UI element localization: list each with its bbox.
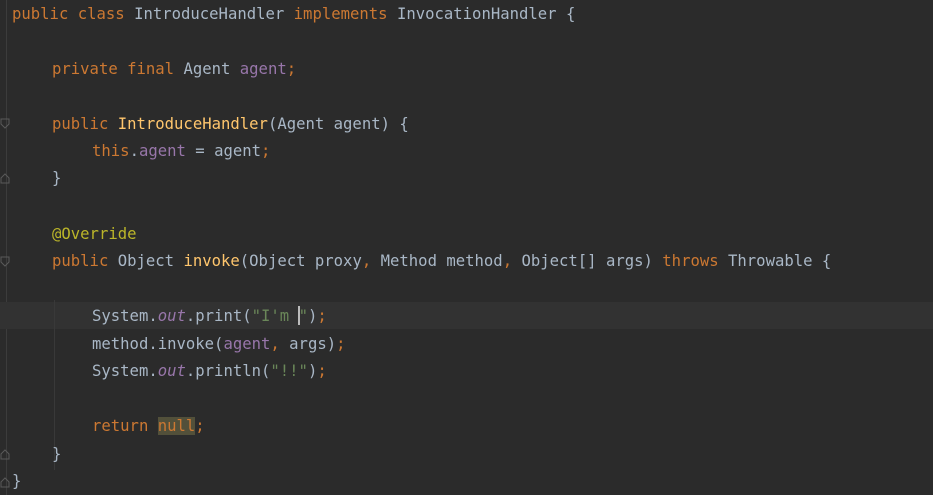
return-type: Object [117, 252, 184, 270]
assignment-rhs: = agent [185, 142, 262, 160]
fold-marker-icon[interactable] [0, 448, 10, 460]
interface-name: InvocationHandler { [396, 5, 576, 23]
paren: ) [307, 362, 318, 380]
code-line-method-signature[interactable]: public Object invoke(Object proxy, Metho… [52, 248, 831, 275]
method-name: invoke [183, 252, 240, 270]
code-line-println[interactable]: System.out.println("!!"); [92, 358, 327, 385]
parameter: (Object proxy [239, 252, 362, 270]
parameter: Method method [380, 252, 503, 270]
semicolon: ; [286, 60, 297, 78]
keyword: public [52, 252, 118, 270]
brace: } [52, 169, 62, 187]
keyword: throws [662, 252, 729, 270]
code-line-return[interactable]: return null; [92, 413, 205, 440]
semicolon: ; [261, 142, 271, 160]
static-field: out [157, 362, 186, 380]
fold-marker-icon[interactable] [0, 172, 10, 184]
string-literal: "I'm [251, 307, 299, 325]
code-line-constructor[interactable]: public IntroduceHandler(Agent agent) { [52, 111, 409, 138]
code-line-close-brace[interactable]: } [12, 468, 21, 495]
comma: , [270, 335, 290, 353]
method-call: .println( [185, 362, 271, 380]
code-line-close-brace[interactable]: } [52, 441, 61, 468]
exception-type: Throwable { [728, 252, 832, 270]
code-line-assignment[interactable]: this.agent = agent; [92, 138, 270, 165]
string-literal-end: " [298, 307, 308, 325]
fold-marker-icon[interactable] [0, 256, 10, 268]
code-editor[interactable]: public class IntroduceHandler implements… [0, 0, 933, 495]
class-name: IntroduceHandler [134, 5, 294, 23]
code-line-close-brace[interactable]: } [52, 165, 61, 192]
semicolon: ; [317, 362, 327, 380]
keyword: this [92, 142, 130, 160]
class-ref: System. [92, 307, 158, 325]
static-field: out [157, 307, 186, 325]
semicolon: ; [195, 417, 205, 435]
gutter-divider [6, 0, 7, 495]
annotation: @Override [52, 225, 137, 243]
code-line-field-declaration[interactable]: private final Agent agent; [52, 56, 296, 83]
code-line-class-declaration[interactable]: public class IntroduceHandler implements… [12, 1, 575, 28]
parameter: Object[] args) [521, 252, 663, 270]
keyword: return [92, 417, 158, 435]
code-line-invoke[interactable]: method.invoke(agent, args); [92, 331, 346, 358]
method-call: method.invoke( [92, 335, 224, 353]
constructor-name: IntroduceHandler [117, 115, 268, 133]
class-ref: System. [92, 362, 158, 380]
code-line-print[interactable]: System.out.print("I'm "); [92, 303, 327, 330]
brace: } [12, 472, 22, 490]
method-call: .print( [185, 307, 252, 325]
field-name: agent [223, 335, 271, 353]
code-line-annotation[interactable]: @Override [52, 221, 137, 248]
semicolon: ; [336, 335, 346, 353]
dot: . [129, 142, 139, 160]
fold-marker-icon[interactable] [0, 118, 10, 130]
argument: args) [289, 335, 337, 353]
semicolon: ; [317, 307, 327, 325]
brace: } [52, 445, 62, 463]
paren: ) [307, 307, 318, 325]
type-name: Agent [183, 60, 240, 78]
string-literal: "!!" [270, 362, 308, 380]
fold-marker-icon[interactable] [0, 476, 10, 488]
parameters: (Agent agent) { [267, 115, 409, 133]
field-name: agent [138, 142, 186, 160]
comma: , [361, 252, 381, 270]
field-name: agent [239, 60, 287, 78]
null-literal: null [157, 417, 196, 435]
comma: , [502, 252, 522, 270]
keyword: private final [52, 60, 184, 78]
keyword: public class [12, 5, 135, 23]
keyword: public [52, 115, 118, 133]
keyword: implements [293, 5, 397, 23]
